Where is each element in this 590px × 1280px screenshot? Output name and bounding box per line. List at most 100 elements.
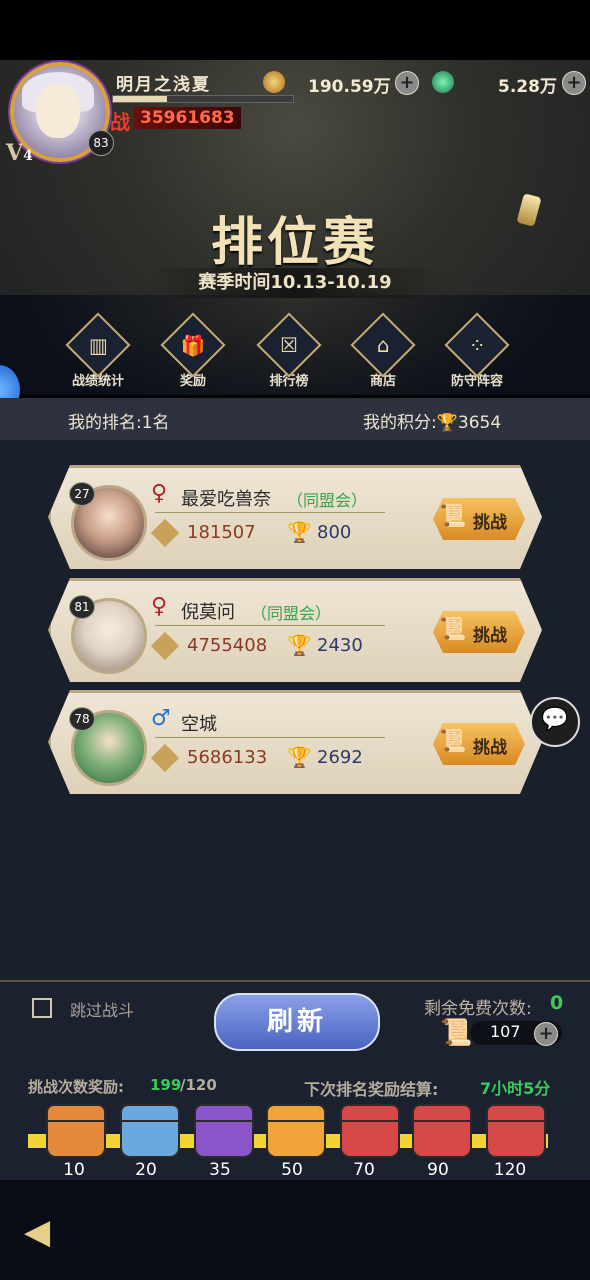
- chest-threshold: 10: [63, 1160, 85, 1180]
- reward-chest[interactable]: [486, 1104, 546, 1158]
- chest-lid: [486, 1104, 546, 1122]
- add-tickets-button[interactable]: +: [534, 1022, 558, 1046]
- my-score-value: 3654: [457, 413, 502, 433]
- bar-chart-icon: ▥: [88, 333, 108, 357]
- vip-text: V: [6, 140, 24, 166]
- reward-chest[interactable]: [120, 1104, 180, 1158]
- challenge-label: 挑战: [473, 626, 507, 646]
- female-icon: ♀: [151, 481, 168, 506]
- opponent-card: 78 ♂ 空城 5686133 🏆 2692 📜 挑战: [48, 690, 542, 794]
- coin-icon: [263, 71, 285, 93]
- next-settlement-time: 7小时5分: [480, 1079, 551, 1098]
- season-time: 赛季时间10.13-10.19: [150, 268, 440, 298]
- exp-bar-fill: [113, 96, 167, 102]
- menu-frame: ⁘: [444, 312, 510, 378]
- coin-amount: 190.59万: [308, 77, 391, 97]
- opponent-name: 倪莫问: [181, 602, 235, 623]
- challenge-button[interactable]: 📜 挑战: [433, 723, 525, 765]
- power-icon: [150, 518, 180, 548]
- opponent-power: 181507: [187, 522, 256, 543]
- ticket-count: 107: [490, 1022, 521, 1041]
- my-score: 我的积分:🏆3654: [363, 408, 501, 433]
- challenge-button[interactable]: 📜 挑战: [433, 498, 525, 540]
- male-icon: ♂: [151, 706, 171, 731]
- menu-battle-stats[interactable]: ▥ 战绩统计: [63, 312, 133, 389]
- free-attempts-label: 剩余免费次数:: [424, 999, 532, 1019]
- menu-frame: 🎁: [160, 312, 226, 378]
- my-rank: 我的排名:1名: [68, 413, 170, 433]
- divider: [155, 512, 385, 513]
- trophy-icon: 🏆: [436, 413, 458, 433]
- formation-icon: ⁘: [468, 332, 486, 357]
- opponent-power: 4755408: [187, 635, 268, 656]
- chest-threshold: 20: [135, 1160, 157, 1180]
- free-attempts-count: 0: [550, 992, 564, 1014]
- opponent-level: 78: [69, 707, 95, 731]
- female-icon: ♀: [151, 594, 168, 619]
- opponent-trophies: 2692: [317, 747, 363, 768]
- page-title: 排位赛: [210, 212, 379, 273]
- opponent-name: 最爱吃兽奈: [181, 489, 271, 510]
- reward-chest[interactable]: [340, 1104, 400, 1158]
- add-gems-button[interactable]: +: [562, 71, 586, 95]
- bottom-nav: [0, 1180, 590, 1280]
- challenge-reward-label: 挑战次数奖励:: [28, 1078, 124, 1096]
- my-score-label: 我的积分:: [363, 413, 437, 433]
- skip-battle-checkbox[interactable]: [32, 998, 52, 1018]
- scroll-icon: 📜: [439, 504, 467, 529]
- menu-frame: ▥: [65, 312, 131, 378]
- trophy-icon: 🏆: [287, 520, 312, 544]
- opponent-guild: （同盟会）: [251, 604, 332, 623]
- exp-bar: [112, 95, 294, 103]
- back-arrow-icon[interactable]: ◀: [24, 1212, 50, 1252]
- trophy-icon: 🏆: [287, 633, 312, 657]
- opponent-power: 5686133: [187, 747, 268, 768]
- opponent-card: 81 ♀ 倪莫问 （同盟会） 4755408 🏆 2430 📜 挑战: [48, 578, 542, 682]
- opponent-level: 81: [69, 595, 95, 619]
- chest-threshold: 70: [353, 1160, 375, 1180]
- gem-icon: [432, 71, 454, 93]
- trophy-icon: 🏆: [287, 745, 312, 769]
- chest-threshold: 120: [493, 1160, 527, 1180]
- vip-level: 4: [23, 148, 33, 164]
- challenge-button[interactable]: 📜 挑战: [433, 611, 525, 653]
- chest-lid: [120, 1104, 180, 1122]
- next-settlement-label: 下次排名奖励结算:: [304, 1080, 439, 1099]
- vip-badge[interactable]: V4: [6, 140, 33, 166]
- reward-chest[interactable]: [46, 1104, 106, 1158]
- menu-rewards[interactable]: 🎁 奖励: [158, 312, 228, 389]
- menu-leaderboard[interactable]: ☒ 排行榜: [254, 312, 324, 389]
- chat-bubble-icon[interactable]: 💬: [530, 697, 580, 747]
- reward-chest[interactable]: [266, 1104, 326, 1158]
- opponent-trophies: 2430: [317, 635, 363, 656]
- add-coins-button[interactable]: +: [395, 71, 419, 95]
- chest-lid: [46, 1104, 106, 1122]
- menu-defense-formation[interactable]: ⁘ 防守阵容: [442, 312, 512, 389]
- gift-icon: 🎁: [180, 333, 206, 357]
- power-icon: [150, 631, 180, 661]
- chest-lid: [266, 1104, 326, 1122]
- chest-lid: [412, 1104, 472, 1122]
- reward-chest[interactable]: [412, 1104, 472, 1158]
- player-power: 35961683: [134, 107, 241, 129]
- chest-lid: [340, 1104, 400, 1122]
- gem-amount: 5.28万: [498, 77, 557, 97]
- scroll-icon: 📜: [439, 729, 467, 754]
- menu-shop[interactable]: ⌂ 商店: [348, 312, 418, 389]
- power-icon: [150, 743, 180, 773]
- ticket-icon: 📜: [440, 1018, 473, 1048]
- challenge-reward-total: /120: [180, 1076, 217, 1094]
- status-bar: [0, 0, 590, 60]
- opponent-name: 空城: [181, 714, 217, 735]
- player-name: 明月之浅夏: [116, 75, 211, 95]
- challenge-label: 挑战: [473, 738, 507, 758]
- divider: [155, 625, 385, 626]
- power-icon: 战: [110, 110, 130, 134]
- skip-battle-label: 跳过战斗: [70, 1001, 135, 1020]
- opponent-trophies: 800: [317, 522, 352, 543]
- reward-chest[interactable]: [194, 1104, 254, 1158]
- refresh-button[interactable]: 刷新: [214, 993, 380, 1051]
- avatar-face: [36, 84, 80, 138]
- menu-frame: ☒: [256, 312, 322, 378]
- challenge-reward-progress: 199: [150, 1076, 182, 1094]
